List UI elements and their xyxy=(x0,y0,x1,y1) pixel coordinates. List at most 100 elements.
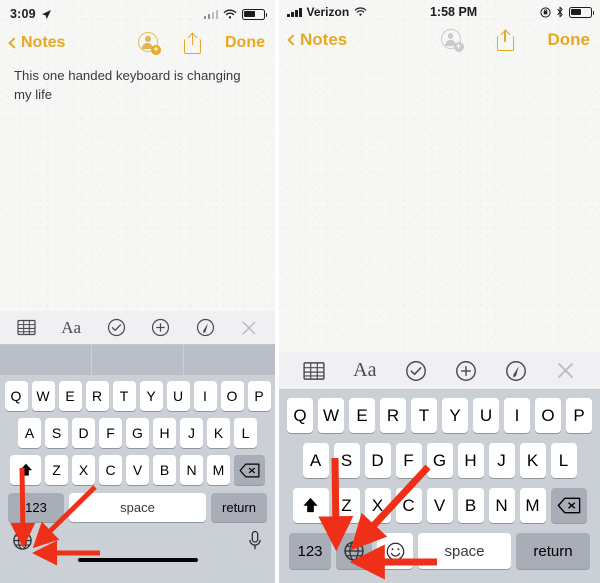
key-D[interactable]: D xyxy=(72,418,95,448)
key-Q[interactable]: Q xyxy=(4,381,28,411)
key-J[interactable]: J xyxy=(488,443,515,478)
prediction-slot[interactable] xyxy=(184,345,275,375)
location-arrow-icon xyxy=(41,9,51,19)
space-key[interactable]: space xyxy=(418,533,511,569)
key-P[interactable]: P xyxy=(566,398,592,433)
close-keyboard-icon[interactable] xyxy=(555,360,576,381)
key-G[interactable]: G xyxy=(426,443,453,478)
key-R[interactable]: R xyxy=(85,381,109,411)
key-N[interactable]: N xyxy=(180,455,203,485)
microphone-icon[interactable] xyxy=(247,530,263,556)
add-attachment-icon[interactable] xyxy=(455,360,477,382)
shift-icon[interactable] xyxy=(10,455,41,485)
backspace-icon[interactable] xyxy=(550,488,587,523)
emoji-icon[interactable] xyxy=(377,533,413,569)
add-attachment-icon[interactable] xyxy=(151,318,170,337)
key-P[interactable]: P xyxy=(247,381,271,411)
key-O[interactable]: O xyxy=(535,398,561,433)
key-H[interactable]: H xyxy=(153,418,176,448)
text-format-icon[interactable]: Aa xyxy=(61,318,81,338)
done-button[interactable]: Done xyxy=(548,30,591,50)
key-K[interactable]: K xyxy=(207,418,230,448)
key-E[interactable]: E xyxy=(349,398,375,433)
key-O[interactable]: O xyxy=(220,381,244,411)
screenshot-root: 3:09 Notes + Done This one handed keyboa… xyxy=(0,0,600,583)
key-I[interactable]: I xyxy=(504,398,530,433)
back-to-notes-button[interactable]: Notes xyxy=(8,34,65,52)
done-button[interactable]: Done xyxy=(225,34,265,52)
key-T[interactable]: T xyxy=(112,381,136,411)
key-X[interactable]: X xyxy=(364,488,391,523)
key-W[interactable]: W xyxy=(318,398,344,433)
key-M[interactable]: M xyxy=(207,455,230,485)
return-key[interactable]: return xyxy=(516,533,590,569)
note-body[interactable]: This one handed keyboard is changing my … xyxy=(0,58,275,311)
keyboard-row-2: A S D F G H J K L xyxy=(0,418,275,448)
share-icon[interactable] xyxy=(184,32,201,54)
key-T[interactable]: T xyxy=(411,398,437,433)
key-K[interactable]: K xyxy=(519,443,546,478)
key-N[interactable]: N xyxy=(488,488,515,523)
backspace-icon[interactable] xyxy=(234,455,265,485)
keyboard-bottom-row: 123 space return xyxy=(0,493,275,522)
checklist-icon[interactable] xyxy=(405,360,427,382)
add-person-icon[interactable]: + xyxy=(138,32,161,55)
key-S[interactable]: S xyxy=(333,443,360,478)
key-H[interactable]: H xyxy=(457,443,484,478)
key-Z[interactable]: Z xyxy=(333,488,360,523)
wifi-icon xyxy=(354,7,367,16)
keyboard-utility-row xyxy=(0,528,275,558)
key-G[interactable]: G xyxy=(126,418,149,448)
checklist-icon[interactable] xyxy=(107,318,126,337)
numbers-key[interactable]: 123 xyxy=(8,493,64,522)
key-U[interactable]: U xyxy=(473,398,499,433)
close-keyboard-icon[interactable] xyxy=(240,319,258,337)
key-E[interactable]: E xyxy=(58,381,82,411)
key-J[interactable]: J xyxy=(180,418,203,448)
return-key[interactable]: return xyxy=(211,493,267,522)
key-F[interactable]: F xyxy=(395,443,422,478)
key-A[interactable]: A xyxy=(302,443,329,478)
text-format-icon[interactable]: Aa xyxy=(353,359,376,382)
markup-pen-icon[interactable] xyxy=(196,318,215,337)
prediction-slot[interactable] xyxy=(0,345,92,375)
navigation-bar: Notes + Done xyxy=(0,28,275,58)
key-S[interactable]: S xyxy=(45,418,68,448)
table-icon[interactable] xyxy=(303,361,325,381)
key-L[interactable]: L xyxy=(234,418,257,448)
key-W[interactable]: W xyxy=(31,381,55,411)
key-Y[interactable]: Y xyxy=(139,381,163,411)
key-I[interactable]: I xyxy=(193,381,217,411)
shift-icon[interactable] xyxy=(292,488,329,523)
key-L[interactable]: L xyxy=(550,443,577,478)
key-Z[interactable]: Z xyxy=(45,455,68,485)
back-button-label: Notes xyxy=(300,30,348,49)
key-V[interactable]: V xyxy=(126,455,149,485)
table-icon[interactable] xyxy=(17,319,36,336)
key-B[interactable]: B xyxy=(153,455,176,485)
back-to-notes-button[interactable]: Notes xyxy=(287,30,348,50)
chevron-left-icon xyxy=(8,37,20,49)
key-C[interactable]: C xyxy=(395,488,422,523)
key-U[interactable]: U xyxy=(166,381,190,411)
key-D[interactable]: D xyxy=(364,443,391,478)
space-key[interactable]: space xyxy=(69,493,206,522)
key-Q[interactable]: Q xyxy=(287,398,313,433)
key-V[interactable]: V xyxy=(426,488,453,523)
key-A[interactable]: A xyxy=(18,418,41,448)
key-Y[interactable]: Y xyxy=(442,398,468,433)
note-body[interactable] xyxy=(279,56,600,352)
markup-pen-icon[interactable] xyxy=(505,360,527,382)
share-icon[interactable] xyxy=(496,29,514,51)
key-M[interactable]: M xyxy=(519,488,546,523)
key-X[interactable]: X xyxy=(72,455,95,485)
keyboard-row-1: Q W E R T Y U I O P xyxy=(0,381,275,411)
key-R[interactable]: R xyxy=(380,398,406,433)
globe-icon[interactable] xyxy=(12,530,33,556)
key-B[interactable]: B xyxy=(457,488,484,523)
globe-icon[interactable] xyxy=(336,533,372,569)
key-C[interactable]: C xyxy=(99,455,122,485)
key-F[interactable]: F xyxy=(99,418,122,448)
numbers-key[interactable]: 123 xyxy=(289,533,331,569)
prediction-slot[interactable] xyxy=(92,345,184,375)
